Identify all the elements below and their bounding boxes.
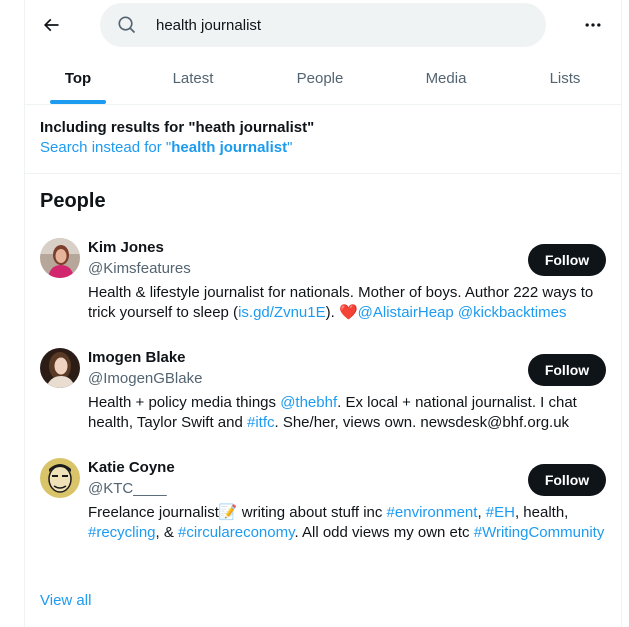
user-name[interactable]: Imogen Blake [88,348,186,368]
including-results-text: Including results for "heath journalist" [40,119,315,136]
bio-text: . She/her, views own. newsdesk@bhf.org.u… [274,414,570,431]
tab-media[interactable]: Media [418,52,474,104]
bio-text: ). ❤️ [325,304,358,321]
user-handle: @ImogenGBlake [88,370,203,387]
user-handle: @Kimsfeatures [88,260,191,277]
search-bar[interactable] [100,3,546,47]
follow-button[interactable]: Follow [528,354,606,386]
tab-label: Top [64,69,92,87]
people-heading: People [40,190,106,212]
more-options-button[interactable] [578,10,608,40]
user-handle: @KTC____ [88,480,167,497]
divider [25,173,621,174]
tab-label: Lists [549,69,581,87]
bio-text: , [477,504,486,521]
search-icon [118,16,136,34]
user-bio: Health & lifestyle journalist for nation… [88,283,608,323]
avatar[interactable] [40,238,80,278]
bio-text: Health + policy media things [88,394,281,411]
more-horizontal-icon [585,23,601,27]
bio-link[interactable]: @kickbacktimes [458,304,567,321]
search-input[interactable] [156,3,526,47]
tab-label: Media [425,69,467,87]
user-name[interactable]: Kim Jones [88,238,164,258]
bio-link[interactable]: #WritingCommunity [474,524,605,541]
bio-link[interactable]: @thebhf [280,394,337,411]
search-instead-link[interactable]: Search instead for "health journalist" [40,138,314,158]
tab-lists[interactable]: Lists [543,52,587,104]
avatar-image [40,238,80,278]
bio-text: Freelance journalist📝 writing about stuf… [88,504,387,521]
bio-link[interactable]: #circulareconomy [178,524,294,541]
active-tab-indicator [50,100,106,104]
bio-text: , health, [514,504,569,521]
bio-link[interactable]: #EH [486,504,515,521]
bio-link[interactable]: #recycling [88,524,156,541]
bio-link[interactable]: #itfc [247,414,275,431]
tab-label: Latest [172,69,214,87]
tab-top[interactable]: Top [50,52,106,104]
view-all-link[interactable]: View all [40,592,91,609]
spelling-correction: Including results for "heath journalist"… [40,118,314,158]
avatar-image [40,458,80,498]
tab-people[interactable]: People [290,52,350,104]
avatar[interactable] [40,458,80,498]
back-button[interactable] [36,10,66,40]
bio-text: . All odd views my own etc [294,524,474,541]
bio-text: , & [155,524,179,541]
bio-link[interactable]: is.gd/Zvnu1E [238,304,326,321]
follow-button[interactable]: Follow [528,464,606,496]
user-bio: Freelance journalist📝 writing about stuf… [88,503,608,543]
arrow-left-icon [43,18,59,32]
bio-link[interactable]: #environment [387,504,478,521]
user-bio: Health + policy media things @thebhf. Ex… [88,393,608,433]
tab-latest[interactable]: Latest [163,52,223,104]
tab-label: People [296,69,344,87]
follow-button[interactable]: Follow [528,244,606,276]
avatar[interactable] [40,348,80,388]
bio-link[interactable]: @AlistairHeap [358,304,454,321]
avatar-image [40,348,80,388]
user-name[interactable]: Katie Coyne [88,458,175,478]
search-tabs: Top Latest People Media Lists [25,52,621,105]
